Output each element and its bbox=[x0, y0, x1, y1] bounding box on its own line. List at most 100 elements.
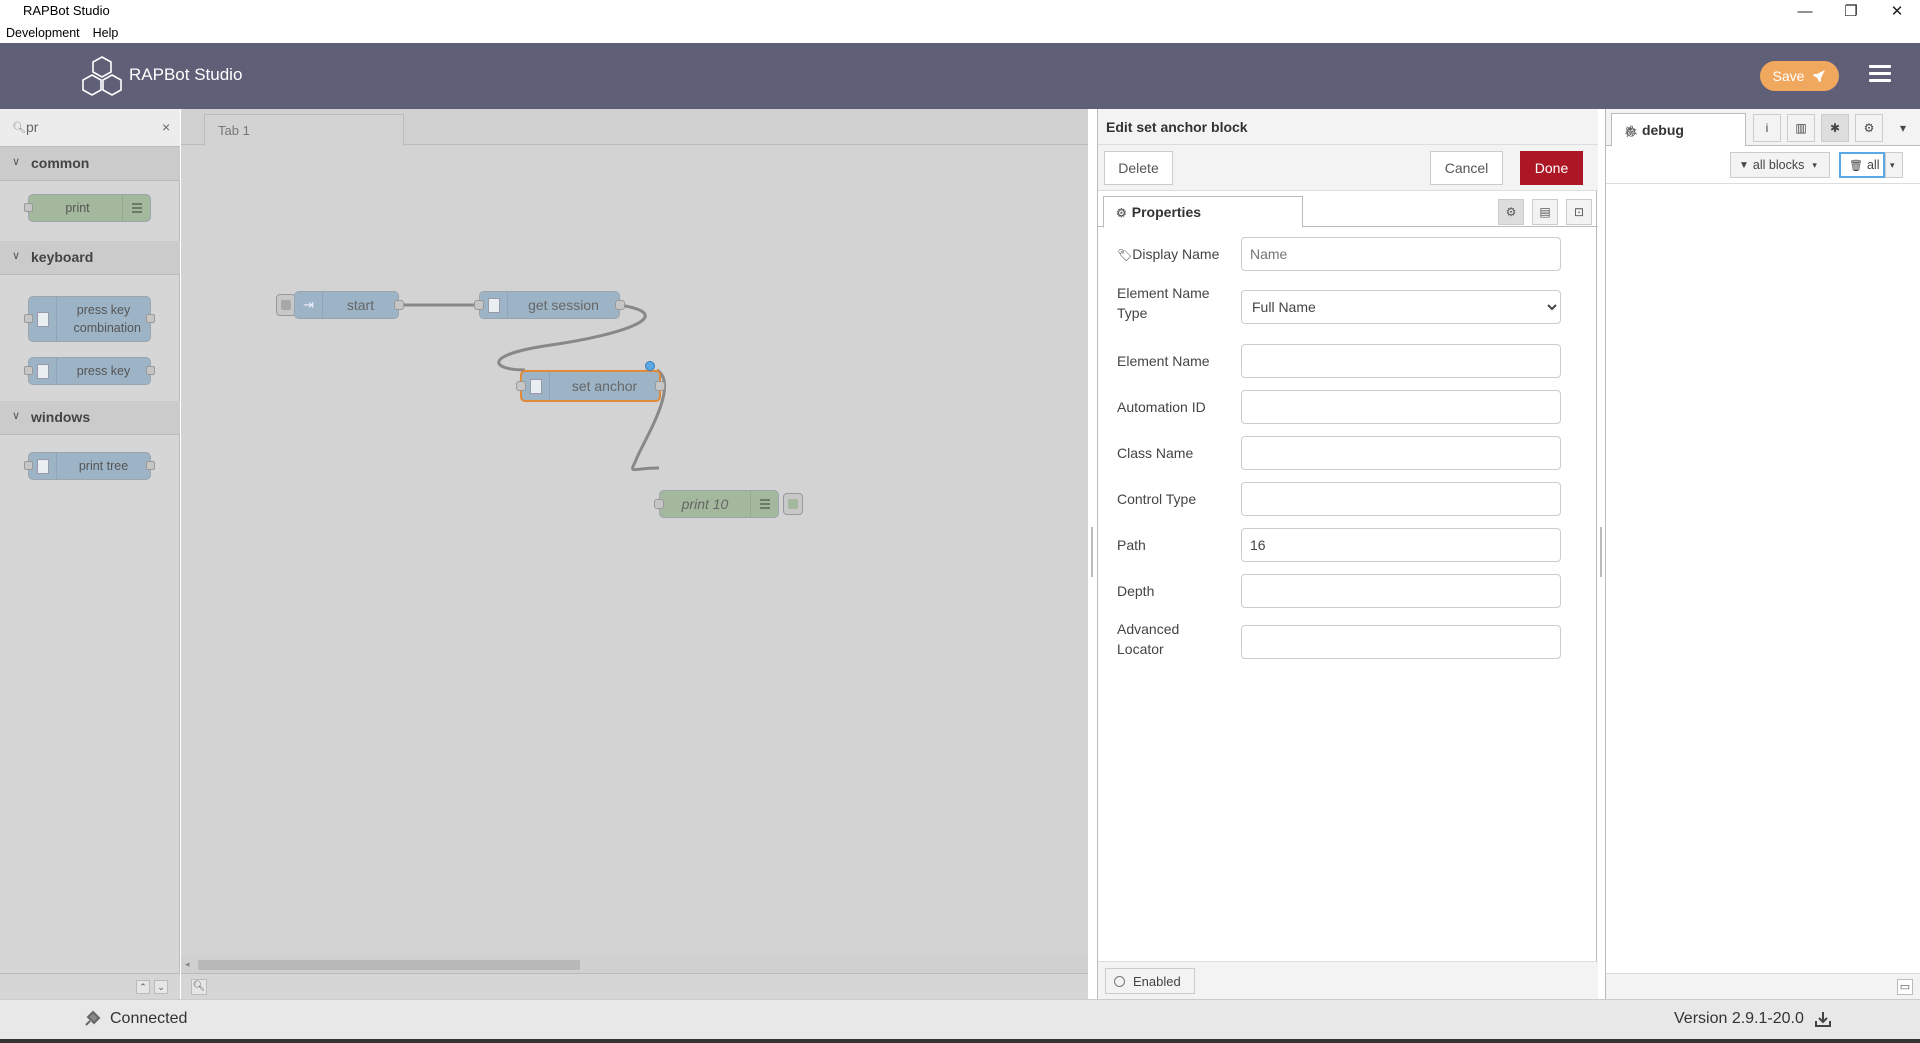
tab-debug[interactable]: 🐞︎ debug bbox=[1611, 113, 1746, 147]
scrollbar-thumb[interactable] bbox=[198, 960, 580, 970]
class-name-field[interactable] bbox=[1241, 436, 1561, 470]
collapse-all-icon[interactable]: ⌃ bbox=[136, 980, 150, 994]
tab-properties-label: Properties bbox=[1131, 204, 1202, 220]
expand-all-icon[interactable]: ⌄ bbox=[154, 980, 168, 994]
palette-node-print-tree[interactable]: print tree bbox=[24, 452, 155, 480]
chevron-down-icon[interactable]: ▾ bbox=[1889, 114, 1917, 142]
node-properties-gear-icon[interactable]: ⚙ bbox=[1498, 199, 1524, 225]
version-label: Version 2.9.1-20.0 bbox=[1674, 1010, 1804, 1027]
cancel-button[interactable]: Cancel bbox=[1430, 151, 1503, 185]
chevron-down-icon: ∨ bbox=[12, 156, 21, 168]
palette-node-press-key-combination[interactable]: press key combination bbox=[24, 296, 155, 342]
output-port bbox=[394, 300, 404, 310]
appearance-icon[interactable]: ⊡ bbox=[1566, 199, 1592, 225]
palette-footer: ⌃ ⌄ bbox=[0, 973, 180, 999]
filter-dropdown[interactable]: ▼ all blocks ▾ bbox=[1730, 152, 1830, 178]
document-icon bbox=[29, 297, 57, 341]
sidebar: 🐞︎ debug i ▥ ✱ ⚙ ▾ ▼ all blocks ▾ 🗑︎ all … bbox=[1605, 109, 1920, 999]
workspace: Tab 1 ⇥ start get session set anchor pri… bbox=[181, 109, 1088, 999]
menu-help[interactable]: Help bbox=[93, 26, 119, 40]
enabled-toggle[interactable]: Enabled bbox=[1105, 968, 1195, 994]
document-icon bbox=[29, 358, 57, 384]
info-icon[interactable]: i bbox=[1753, 114, 1781, 142]
window-title: RAPBot Studio bbox=[23, 3, 110, 18]
search-icon[interactable]: 🔍︎ bbox=[191, 979, 207, 995]
tab-debug-label: debug bbox=[1641, 122, 1684, 138]
flow-node-label: print 10 bbox=[681, 496, 729, 512]
delete-button[interactable]: Delete bbox=[1104, 151, 1173, 185]
close-button[interactable]: ✕ bbox=[1874, 0, 1920, 22]
menu-development[interactable]: Development bbox=[6, 26, 80, 40]
tab-properties[interactable]: ⚙ Properties bbox=[1103, 196, 1303, 228]
palette-node-label: print bbox=[65, 201, 90, 215]
category-label: common bbox=[31, 155, 90, 171]
save-button[interactable]: Save bbox=[1760, 61, 1839, 91]
bug-icon: 🐞︎ bbox=[1624, 126, 1638, 138]
path-field[interactable]: 16 bbox=[1241, 528, 1561, 562]
palette-node-press-key[interactable]: press key bbox=[24, 357, 155, 385]
control-type-label: Control Type bbox=[1117, 491, 1197, 507]
flow-node-get-session[interactable]: get session bbox=[474, 291, 625, 319]
status-bar: Connected Version 2.9.1-20.0 bbox=[0, 999, 1920, 1039]
caret-down-icon: ▾ bbox=[1890, 159, 1895, 170]
book-icon[interactable]: ▥ bbox=[1787, 114, 1815, 142]
path-label: Path bbox=[1117, 537, 1146, 553]
palette-node-print[interactable]: print bbox=[24, 194, 151, 222]
output-port bbox=[655, 381, 665, 391]
flow-node-start[interactable]: ⇥ start bbox=[294, 291, 404, 319]
hamburger-menu-icon[interactable] bbox=[1869, 65, 1891, 87]
clear-options-dropdown[interactable]: ▾ bbox=[1885, 152, 1903, 178]
palette-search[interactable]: 🔍︎ pr × bbox=[0, 109, 180, 147]
clear-debug-button[interactable]: 🗑︎ all bbox=[1839, 152, 1885, 178]
sidebar-splitter[interactable] bbox=[1598, 527, 1604, 577]
automation-id-field[interactable] bbox=[1241, 390, 1561, 424]
restore-button[interactable]: ❐ bbox=[1828, 0, 1874, 22]
element-name-type-select[interactable]: Full Name bbox=[1241, 290, 1561, 324]
arrow-in-icon: ⇥ bbox=[295, 292, 323, 318]
class-name-label: Class Name bbox=[1117, 445, 1194, 461]
flow-node-set-anchor[interactable]: set anchor bbox=[516, 370, 665, 402]
category-windows[interactable]: ∨ windows bbox=[0, 401, 180, 435]
document-icon bbox=[480, 292, 508, 318]
plug-icon bbox=[85, 1010, 101, 1026]
category-label: keyboard bbox=[31, 249, 94, 265]
download-icon[interactable] bbox=[1814, 1010, 1832, 1028]
done-button[interactable]: Done bbox=[1520, 151, 1583, 185]
row-display-name: 🏷︎Display Name bbox=[1117, 237, 1561, 271]
inject-trigger-button[interactable] bbox=[276, 294, 296, 316]
filter-icon: ▼ bbox=[1739, 159, 1749, 171]
description-doc-icon[interactable]: ▤ bbox=[1532, 199, 1558, 225]
flow-node-label: get session bbox=[528, 297, 599, 313]
editor-splitter[interactable] bbox=[1089, 527, 1095, 577]
sidebar-tabs: 🐞︎ debug i ▥ ✱ ⚙ ▾ bbox=[1606, 109, 1920, 147]
settings-gear-icon[interactable]: ⚙ bbox=[1855, 114, 1883, 142]
element-name-field[interactable] bbox=[1241, 344, 1561, 378]
debug-bug-icon[interactable]: ✱ bbox=[1821, 114, 1849, 142]
palette-search-input[interactable]: pr bbox=[26, 119, 38, 135]
scroll-left-icon[interactable]: ◂ bbox=[185, 959, 190, 970]
minimize-button[interactable]: — bbox=[1782, 0, 1828, 22]
menubar: Development Help bbox=[0, 22, 1920, 43]
monitor-icon[interactable]: ▭ bbox=[1897, 979, 1913, 995]
horizontal-scrollbar[interactable]: ◂ bbox=[181, 956, 1088, 973]
clear-search-icon[interactable]: × bbox=[162, 119, 170, 135]
palette-node-label: press key bbox=[76, 364, 131, 378]
advanced-locator-field[interactable] bbox=[1241, 625, 1561, 659]
tag-icon: 🏷︎Display Name bbox=[1117, 246, 1220, 262]
category-keyboard[interactable]: ∨ keyboard bbox=[0, 241, 180, 275]
flow-canvas[interactable]: ⇥ start get session set anchor print 10 bbox=[181, 145, 1088, 956]
flow-node-print[interactable]: print 10 bbox=[654, 490, 779, 518]
depth-field[interactable] bbox=[1241, 574, 1561, 608]
control-type-field[interactable] bbox=[1241, 482, 1561, 516]
flow-wires bbox=[399, 303, 666, 472]
display-name-field[interactable] bbox=[1241, 237, 1561, 271]
connection-label: Connected bbox=[110, 1010, 188, 1027]
debug-toggle-button[interactable] bbox=[783, 493, 803, 515]
category-common[interactable]: ∨ common bbox=[0, 147, 180, 181]
palette-node-label: print tree bbox=[78, 459, 129, 473]
tab-1[interactable]: Tab 1 bbox=[204, 114, 404, 146]
document-icon bbox=[522, 372, 550, 400]
gear-icon: ⚙ bbox=[1116, 206, 1127, 220]
row-element-name-type: Element Name Type Full Name bbox=[1117, 283, 1561, 324]
input-port bbox=[24, 366, 33, 375]
